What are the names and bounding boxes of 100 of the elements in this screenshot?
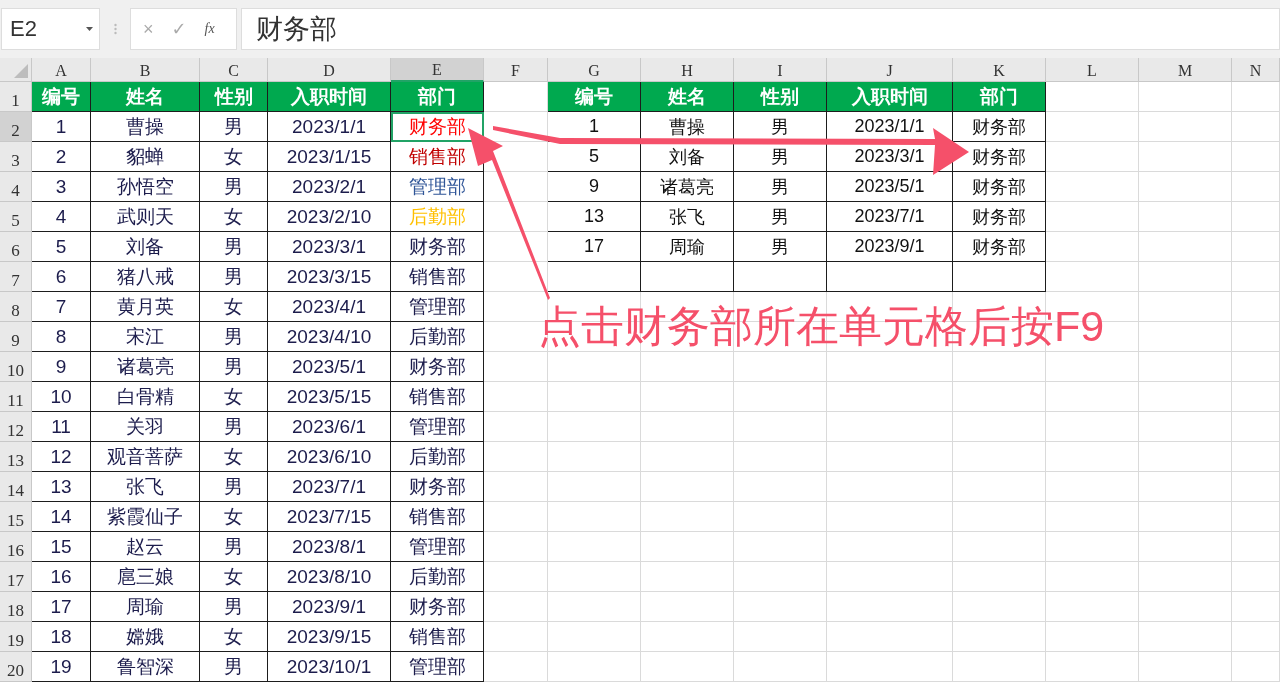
table-cell: 销售部	[391, 382, 484, 412]
table-cell: 女	[200, 622, 268, 652]
row-header[interactable]: 1	[0, 82, 32, 112]
row-header[interactable]: 3	[0, 142, 32, 172]
table-cell: 关羽	[91, 412, 200, 442]
table-cell: 15	[32, 532, 91, 562]
column-heading: 部门	[953, 82, 1046, 112]
table-cell: 2023/9/15	[268, 622, 391, 652]
column-heading: 编号	[32, 82, 91, 112]
table-cell: 2023/1/15	[268, 142, 391, 172]
table-cell: 管理部	[391, 532, 484, 562]
table-cell: 紫霞仙子	[91, 502, 200, 532]
table-cell: 曹操	[91, 112, 200, 142]
row-header[interactable]: 19	[0, 622, 32, 652]
column-header[interactable]: A	[32, 58, 91, 82]
table-cell: 男	[200, 232, 268, 262]
table-cell: 1	[32, 112, 91, 142]
table-cell: 白骨精	[91, 382, 200, 412]
table-cell: 4	[32, 202, 91, 232]
row-header[interactable]: 7	[0, 262, 32, 292]
column-header[interactable]: D	[268, 58, 391, 82]
table-cell: 销售部	[391, 262, 484, 292]
table-cell: 财务部	[391, 472, 484, 502]
column-header[interactable]: L	[1046, 58, 1139, 82]
row-header[interactable]: 6	[0, 232, 32, 262]
table-cell: 男	[200, 112, 268, 142]
table-cell: 诸葛亮	[641, 172, 734, 202]
insert-function-button[interactable]: fx	[204, 21, 215, 37]
column-header[interactable]: B	[91, 58, 200, 82]
table-cell: 11	[32, 412, 91, 442]
row-header[interactable]: 11	[0, 382, 32, 412]
table-cell: 2023/7/1	[268, 472, 391, 502]
table-cell: 后勤部	[391, 442, 484, 472]
column-header[interactable]: E	[391, 58, 484, 82]
table-cell: 2023/1/1	[268, 112, 391, 142]
row-header[interactable]: 10	[0, 352, 32, 382]
table-cell: 2023/5/1	[827, 172, 953, 202]
table-cell: 2023/3/15	[268, 262, 391, 292]
select-all-corner[interactable]	[0, 58, 32, 82]
row-header[interactable]: 16	[0, 532, 32, 562]
table-cell: 男	[200, 172, 268, 202]
row-header[interactable]: 2	[0, 112, 32, 142]
row-header[interactable]: 20	[0, 652, 32, 682]
column-header[interactable]: M	[1139, 58, 1232, 82]
row-header[interactable]: 13	[0, 442, 32, 472]
table-cell: 8	[32, 322, 91, 352]
table-cell: 19	[32, 652, 91, 682]
column-header[interactable]: K	[953, 58, 1046, 82]
table-cell: 2023/7/15	[268, 502, 391, 532]
column-header[interactable]: G	[548, 58, 641, 82]
table-cell: 3	[32, 172, 91, 202]
table-cell: 貂蝉	[91, 142, 200, 172]
table-cell: 嫦娥	[91, 622, 200, 652]
table-cell: 2023/8/1	[268, 532, 391, 562]
row-header[interactable]: 12	[0, 412, 32, 442]
table-cell: 2023/10/1	[268, 652, 391, 682]
column-heading: 部门	[391, 82, 484, 112]
table-cell: 财务部	[953, 172, 1046, 202]
row-header[interactable]: 4	[0, 172, 32, 202]
table-cell: 观音菩萨	[91, 442, 200, 472]
table-cell: 销售部	[391, 502, 484, 532]
table-cell: 女	[200, 382, 268, 412]
table-cell: 赵云	[91, 532, 200, 562]
column-header[interactable]: N	[1232, 58, 1280, 82]
table-cell: 宋江	[91, 322, 200, 352]
name-box[interactable]: E2	[1, 8, 100, 50]
table-cell: 财务部	[391, 112, 484, 142]
table-cell: 2023/2/10	[268, 202, 391, 232]
table-cell: 女	[200, 562, 268, 592]
table-cell: 10	[32, 382, 91, 412]
row-header[interactable]: 17	[0, 562, 32, 592]
row-header[interactable]: 14	[0, 472, 32, 502]
column-heading: 性别	[200, 82, 268, 112]
row-header[interactable]: 15	[0, 502, 32, 532]
table-cell: 18	[32, 622, 91, 652]
column-heading: 编号	[548, 82, 641, 112]
table-cell: 2023/9/1	[268, 592, 391, 622]
column-header[interactable]: C	[200, 58, 268, 82]
row-header[interactable]: 9	[0, 322, 32, 352]
table-cell: 男	[200, 592, 268, 622]
table-cell: 女	[200, 292, 268, 322]
table-cell: 后勤部	[391, 322, 484, 352]
table-cell: 2023/3/1	[268, 232, 391, 262]
row-header[interactable]: 18	[0, 592, 32, 622]
table-cell: 财务部	[953, 202, 1046, 232]
column-header[interactable]: F	[484, 58, 548, 82]
row-header[interactable]: 5	[0, 202, 32, 232]
table-cell: 鲁智深	[91, 652, 200, 682]
row-header[interactable]: 8	[0, 292, 32, 322]
table-cell: 周瑜	[91, 592, 200, 622]
table-cell: 男	[200, 262, 268, 292]
column-header[interactable]: H	[641, 58, 734, 82]
table-cell: 周瑜	[641, 232, 734, 262]
formula-field[interactable]: 财务部	[241, 8, 1280, 50]
column-header[interactable]: I	[734, 58, 827, 82]
table-cell: 管理部	[391, 172, 484, 202]
table-cell: 9	[32, 352, 91, 382]
column-header[interactable]: J	[827, 58, 953, 82]
table-cell: 黄月英	[91, 292, 200, 322]
column-heading: 姓名	[641, 82, 734, 112]
